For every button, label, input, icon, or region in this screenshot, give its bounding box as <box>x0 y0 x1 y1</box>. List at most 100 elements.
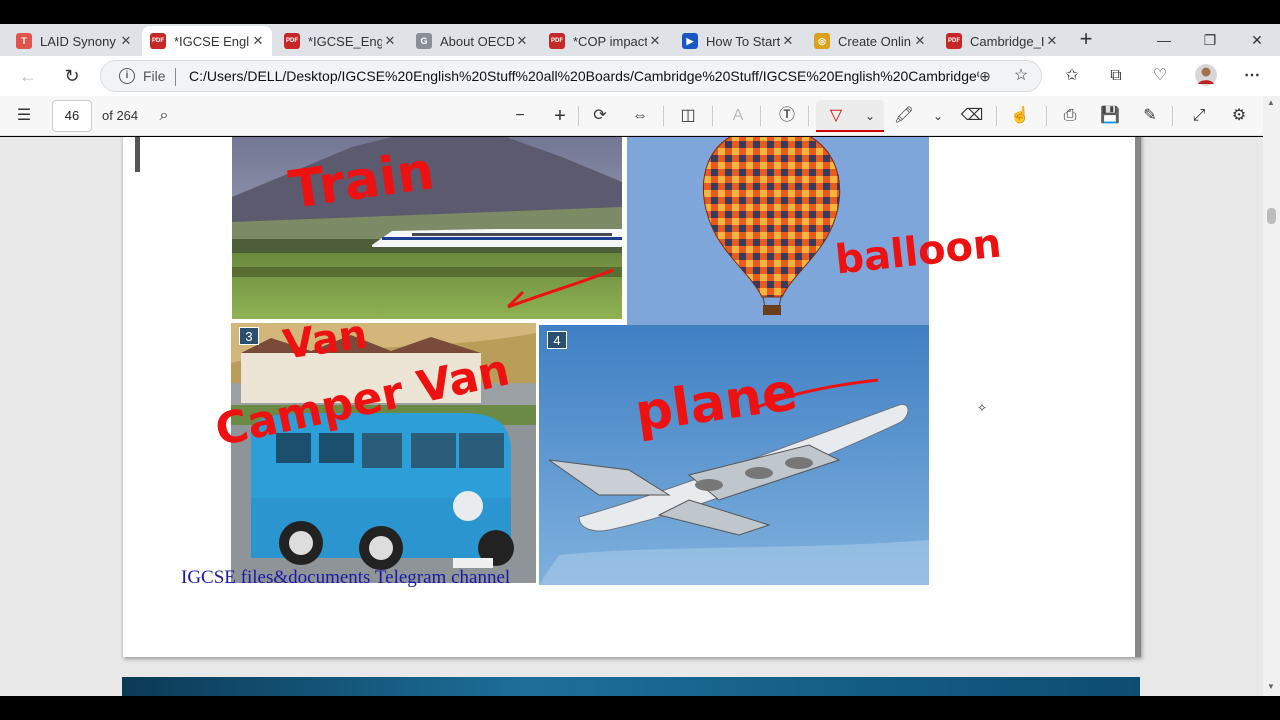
settings-gear-icon[interactable]: ⚙ <box>1227 104 1251 128</box>
scrollbar-thumb[interactable] <box>1267 208 1276 224</box>
tab-cambridge[interactable]: PDF Cambridge_I ✕ <box>938 26 1066 56</box>
more-menu-icon[interactable]: ⋯ <box>1240 64 1264 88</box>
rotate-icon[interactable]: ⟳ <box>588 104 612 128</box>
toolbar-divider <box>1172 106 1173 126</box>
video-icon: ▶ <box>682 33 698 49</box>
browser-window: T LAID Synony ✕ PDF *IGCSE Engli ✕ PDF *… <box>0 0 1280 720</box>
toolbar-divider <box>760 106 761 126</box>
chevron-down-icon[interactable]: ⌄ <box>926 104 950 128</box>
minimize-icon[interactable]: — <box>1152 28 1176 52</box>
read-aloud-icon: A <box>732 107 744 124</box>
crosshair-cursor-icon: ✧ <box>977 401 988 415</box>
toolbar-divider <box>578 106 579 126</box>
omnibox-divider <box>175 68 176 86</box>
scroll-down-icon[interactable]: ▼ <box>1267 682 1275 691</box>
pdf-icon: PDF <box>284 33 300 49</box>
tab-igcse-engl[interactable]: PDF *IGCSE_Engl ✕ <box>276 26 404 56</box>
page-total: of 264 <box>102 108 139 123</box>
ink-arrow-stroke[interactable] <box>503 262 623 312</box>
pdf-icon: PDF <box>946 33 962 49</box>
tab-how-to-start[interactable]: ▶ How To Start ✕ <box>674 26 802 56</box>
zoom-in-icon[interactable]: + <box>548 104 572 128</box>
balloon-photo <box>627 137 929 325</box>
close-icon[interactable]: ✕ <box>912 33 928 49</box>
eraser-icon[interactable]: ⌫ <box>960 104 984 128</box>
page-number-input[interactable]: 46 <box>52 100 92 132</box>
toolbar-divider <box>663 106 664 126</box>
browser-essentials-icon[interactable]: ♡ <box>1148 64 1172 88</box>
close-icon[interactable]: ✕ <box>382 33 398 49</box>
fit-width-icon[interactable]: ⇔ <box>628 104 652 128</box>
touch-select-icon[interactable]: ☝ <box>1008 104 1032 128</box>
bottom-black-bar <box>0 696 1280 720</box>
page-view-icon[interactable]: ◫ <box>676 104 700 128</box>
close-icon[interactable]: ✕ <box>780 33 796 49</box>
save-as-icon[interactable]: ✎ <box>1138 104 1162 128</box>
zoom-out-icon[interactable]: − <box>508 104 532 128</box>
pdf-page: 3 4 IGCSE files&documents Telegram chann… <box>122 137 1141 657</box>
page-caption: IGCSE files&documents Telegram channel <box>181 567 511 588</box>
pdf-icon: PDF <box>150 33 166 49</box>
close-icon[interactable]: ✕ <box>647 33 663 49</box>
address-bar-row: ← ↻ i File C:/Users/DELL/Desktop/IGCSE%2… <box>0 56 1280 96</box>
badge-icon: ◎ <box>814 33 830 49</box>
toolbar-divider <box>808 106 809 126</box>
address-bar[interactable]: i File C:/Users/DELL/Desktop/IGCSE%20Eng… <box>100 60 1042 92</box>
toolbar-divider <box>996 106 997 126</box>
close-icon[interactable]: ✕ <box>250 33 266 49</box>
back-icon[interactable]: ← <box>16 64 40 88</box>
info-icon[interactable]: i <box>119 68 135 84</box>
tab-title: LAID Synony <box>40 33 116 49</box>
next-pdf-page <box>122 677 1140 696</box>
close-icon[interactable]: ✕ <box>514 33 530 49</box>
save-icon[interactable]: 💾 <box>1098 104 1122 128</box>
page-right-shadow <box>1135 137 1141 657</box>
tab-cop-impact[interactable]: PDF *COP impact ✕ <box>541 26 669 56</box>
pdf-icon: PDF <box>549 33 565 49</box>
draw-icon[interactable]: ▽ <box>824 104 848 128</box>
tab-laid-synony[interactable]: T LAID Synony ✕ <box>8 26 140 56</box>
restore-icon[interactable]: ❐ <box>1198 28 1222 52</box>
add-text-icon[interactable]: Ⓣ <box>775 104 799 128</box>
plane-photo: 4 <box>539 325 929 585</box>
tab-igcse-engli[interactable]: PDF *IGCSE Engli ✕ <box>142 26 272 56</box>
tab-title: How To Start <box>706 33 780 49</box>
active-tool-indicator <box>816 130 884 132</box>
photo-number-badge: 4 <box>547 331 567 349</box>
vertical-scrollbar[interactable]: ▲ ▼ <box>1263 96 1280 696</box>
globe-icon: G <box>416 33 432 49</box>
print-icon[interactable]: ⎙ <box>1058 104 1082 128</box>
tab-title: About OECD <box>440 33 514 49</box>
close-icon[interactable]: ✕ <box>1044 33 1060 49</box>
pdf-toolbar: ☰ 46 of 264 ⌕ − + ⟳ ⇔ ◫ A Ⓣ ▽ ⌄ 🖍 ⌄ ⌫ ☝ … <box>0 96 1280 136</box>
tab-title: Cambridge_I <box>970 33 1044 49</box>
url-text[interactable]: C:/Users/DELL/Desktop/IGCSE%20English%20… <box>189 68 979 84</box>
ink-underline-stroke[interactable] <box>753 372 883 412</box>
tab-about-oecd[interactable]: G About OECD ✕ <box>408 26 536 56</box>
toolbar-divider <box>1046 106 1047 126</box>
zoom-icon[interactable]: ⊕ <box>973 64 997 88</box>
add-favorite-icon[interactable]: ☆ <box>1009 64 1033 88</box>
tab-title: *IGCSE_Engl <box>308 33 382 49</box>
collections-icon[interactable]: ⧉ <box>1104 64 1128 88</box>
chevron-down-icon[interactable]: ⌄ <box>858 104 882 128</box>
refresh-icon[interactable]: ↻ <box>60 64 84 88</box>
close-window-icon[interactable]: ✕ <box>1245 28 1269 52</box>
search-icon[interactable]: ⌕ <box>152 104 176 128</box>
tab-create-onlin[interactable]: ◎ Create Onlin ✕ <box>806 26 934 56</box>
fullscreen-icon[interactable]: ⤢ <box>1187 104 1211 128</box>
pdf-viewer[interactable]: 3 4 IGCSE files&documents Telegram chann… <box>0 137 1280 696</box>
photo-number-badge: 3 <box>239 327 259 345</box>
favorites-icon[interactable]: ✩ <box>1060 64 1084 88</box>
top-black-bar <box>0 0 1280 24</box>
scheme-label: File <box>143 68 166 84</box>
profile-avatar[interactable] <box>1194 64 1218 88</box>
tab-title: Create Onlin <box>838 33 911 49</box>
highlight-icon[interactable]: 🖍 <box>892 104 916 128</box>
contents-list-icon[interactable]: ☰ <box>12 104 36 128</box>
new-tab-icon[interactable]: + <box>1074 28 1098 52</box>
scroll-up-icon[interactable]: ▲ <box>1267 98 1275 107</box>
t-app-icon: T <box>16 33 32 49</box>
close-icon[interactable]: ✕ <box>118 33 134 49</box>
page-spine-shadow <box>135 137 140 172</box>
